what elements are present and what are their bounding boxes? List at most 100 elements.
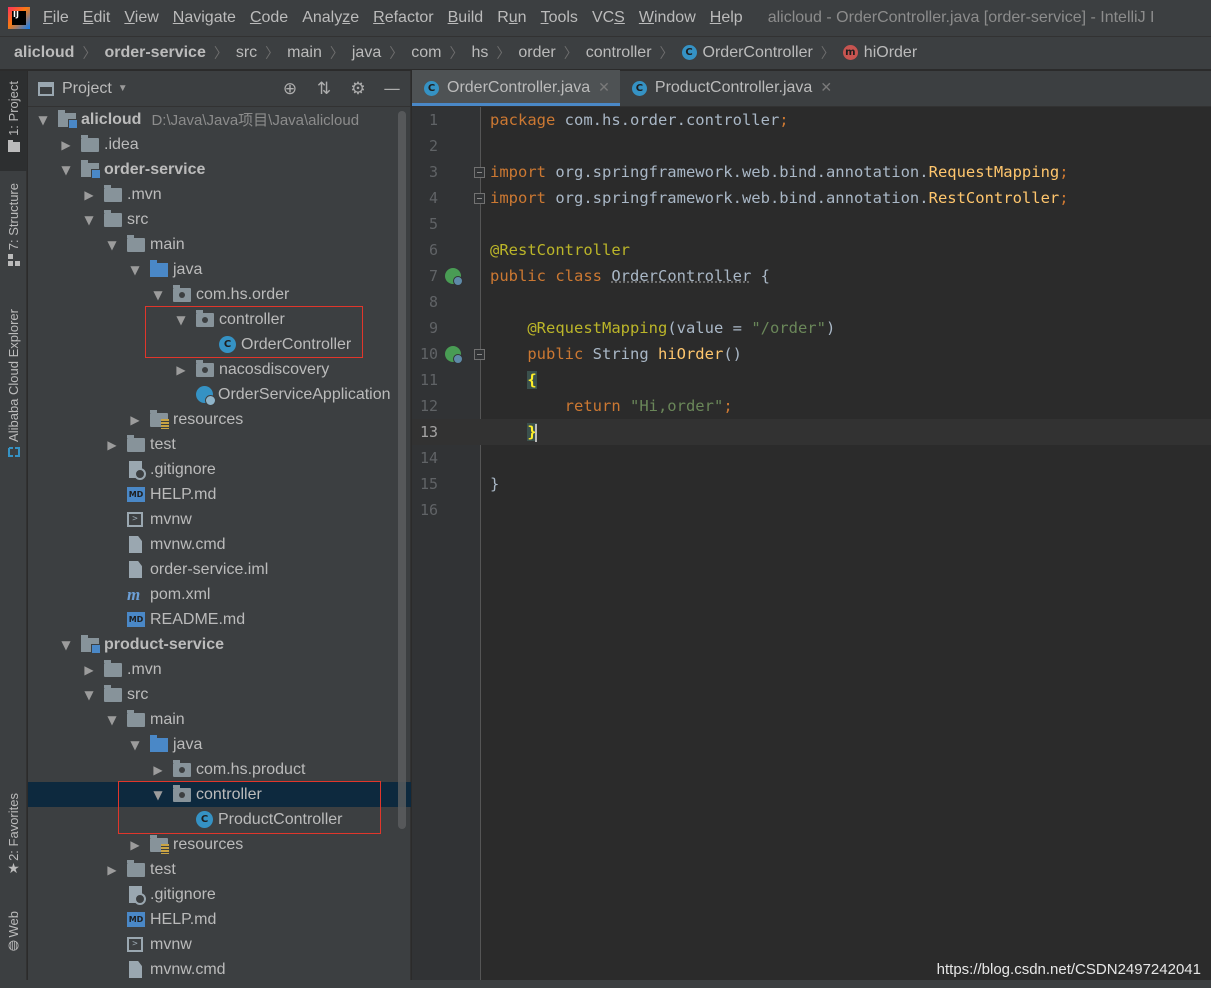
close-icon[interactable]: ✕: [820, 80, 832, 96]
tree-item[interactable]: ▶mvnw.cmd: [28, 532, 411, 557]
tab-ordercontroller-java[interactable]: C OrderController.java ✕: [412, 70, 620, 106]
hide-panel-icon[interactable]: —: [382, 79, 402, 99]
tree-item[interactable]: ▶OrderServiceApplication: [28, 382, 411, 407]
tree-item[interactable]: ▼ com.hs.order: [28, 282, 411, 307]
tree-item[interactable]: ▶>mvnw: [28, 932, 411, 957]
tree-item[interactable]: ▶MDHELP.md: [28, 907, 411, 932]
expanded-arrow-icon[interactable]: ▼: [82, 688, 96, 702]
breadcrumb-item[interactable]: controller: [586, 44, 652, 62]
tree-item[interactable]: ▼ controller: [28, 782, 411, 807]
close-icon[interactable]: ✕: [598, 80, 610, 96]
tree-item[interactable]: ▶>mvnw: [28, 507, 411, 532]
collapsed-arrow-icon[interactable]: ▶: [174, 363, 188, 377]
tree-item[interactable]: ▼ main: [28, 707, 411, 732]
expanded-arrow-icon[interactable]: ▼: [105, 238, 119, 252]
menu-item-help[interactable]: Help: [703, 0, 750, 36]
tree-item[interactable]: ▶ test: [28, 857, 411, 882]
menu-item-file[interactable]: File: [36, 0, 76, 36]
expanded-arrow-icon[interactable]: ▼: [36, 113, 50, 127]
collapsed-arrow-icon[interactable]: ▶: [82, 188, 96, 202]
tree-item[interactable]: ▶COrderController: [28, 332, 411, 357]
menu-item-code[interactable]: Code: [243, 0, 295, 36]
expanded-arrow-icon[interactable]: ▼: [128, 263, 142, 277]
menu-item-build[interactable]: Build: [441, 0, 491, 36]
tab-alibaba-cloud-explorer[interactable]: Alibaba Cloud Explorer: [0, 309, 27, 479]
tree-item[interactable]: ▶ resources: [28, 832, 411, 857]
expanded-arrow-icon[interactable]: ▼: [151, 288, 165, 302]
collapsed-arrow-icon[interactable]: ▶: [105, 438, 119, 452]
breadcrumb-item[interactable]: java: [352, 44, 381, 62]
tree-item[interactable]: ▼ order-service: [28, 157, 411, 182]
collapse-all-icon[interactable]: ⇅: [314, 79, 334, 99]
tree-item[interactable]: ▶MDHELP.md: [28, 482, 411, 507]
tree-item[interactable]: ▶order-service.iml: [28, 557, 411, 582]
project-view-selector[interactable]: Project: [62, 80, 112, 98]
tab-productcontroller-java[interactable]: C ProductController.java ✕: [620, 70, 842, 106]
tree-item[interactable]: ▶ .mvn: [28, 182, 411, 207]
tree-item[interactable]: ▶.gitignore: [28, 882, 411, 907]
menu-item-run[interactable]: Run: [490, 0, 533, 36]
tree-item[interactable]: ▼ controller: [28, 307, 411, 332]
tree-item[interactable]: ▶mpom.xml: [28, 582, 411, 607]
breadcrumb-item[interactable]: alicloud: [14, 44, 74, 62]
collapsed-arrow-icon[interactable]: ▶: [128, 838, 142, 852]
tree-item[interactable]: ▶ .idea: [28, 132, 411, 157]
chevron-down-icon[interactable]: ▼: [118, 83, 128, 94]
breadcrumb-method[interactable]: m hiOrder: [842, 44, 917, 62]
tree-item[interactable]: ▼ src: [28, 682, 411, 707]
expanded-arrow-icon[interactable]: ▼: [105, 713, 119, 727]
menu-item-refactor[interactable]: Refactor: [366, 0, 440, 36]
tab-structure-tool[interactable]: 7: Structure: [0, 183, 27, 288]
menu-item-navigate[interactable]: Navigate: [166, 0, 243, 36]
tab-web-tool[interactable]: Web ◍: [0, 911, 27, 971]
tree-item[interactable]: ▶ resources: [28, 407, 411, 432]
collapsed-arrow-icon[interactable]: ▶: [105, 863, 119, 877]
tree-item[interactable]: ▶ nacosdiscovery: [28, 357, 411, 382]
tree-scrollbar[interactable]: [398, 111, 406, 829]
menu-item-vcs[interactable]: VCS: [585, 0, 632, 36]
tab-favorites-tool[interactable]: 2: Favorites ★: [0, 793, 27, 898]
collapsed-arrow-icon[interactable]: ▶: [151, 763, 165, 777]
tab-project-tool[interactable]: 1: Project: [0, 71, 27, 171]
collapsed-arrow-icon[interactable]: ▶: [59, 138, 73, 152]
expanded-arrow-icon[interactable]: ▼: [59, 638, 73, 652]
expanded-arrow-icon[interactable]: ▼: [174, 313, 188, 327]
tree-item[interactable]: ▶ .mvn: [28, 657, 411, 682]
breadcrumb-item[interactable]: com: [411, 44, 441, 62]
file-icon: [129, 961, 142, 978]
tree-item[interactable]: ▶CProductController: [28, 807, 411, 832]
menu-item-view[interactable]: View: [117, 0, 165, 36]
collapsed-arrow-icon[interactable]: ▶: [82, 663, 96, 677]
tree-item[interactable]: ▶MDREADME.md: [28, 607, 411, 632]
code-line: 16: [412, 497, 1211, 523]
breadcrumb-item[interactable]: main: [287, 44, 322, 62]
breadcrumb-item[interactable]: src: [236, 44, 257, 62]
expanded-arrow-icon[interactable]: ▼: [82, 213, 96, 227]
collapsed-arrow-icon[interactable]: ▶: [128, 413, 142, 427]
expanded-arrow-icon[interactable]: ▼: [128, 738, 142, 752]
tree-item[interactable]: ▼ src: [28, 207, 411, 232]
menu-item-edit[interactable]: Edit: [76, 0, 118, 36]
class-icon: C: [424, 80, 439, 96]
tree-item[interactable]: ▶ com.hs.product: [28, 757, 411, 782]
tree-item[interactable]: ▶mvnw.cmd: [28, 957, 411, 982]
breadcrumb-item[interactable]: order-service: [104, 44, 205, 62]
tree-item[interactable]: ▼ java: [28, 732, 411, 757]
menu-item-tools[interactable]: Tools: [534, 0, 585, 36]
locate-file-icon[interactable]: ⊕: [280, 79, 300, 99]
breadcrumb-item[interactable]: hs: [471, 44, 488, 62]
tree-item[interactable]: ▶ test: [28, 432, 411, 457]
expanded-arrow-icon[interactable]: ▼: [151, 788, 165, 802]
expanded-arrow-icon[interactable]: ▼: [59, 163, 73, 177]
breadcrumb-class[interactable]: C OrderController: [681, 44, 813, 62]
gear-icon[interactable]: ⚙: [348, 79, 368, 99]
menu-item-analyze[interactable]: Analyze: [295, 0, 366, 36]
menu-item-window[interactable]: Window: [632, 0, 703, 36]
breadcrumb-item[interactable]: order: [518, 44, 555, 62]
code-area[interactable]: 1 package com.hs.order.controller; 2 3 impor…: [412, 107, 1211, 988]
tree-item[interactable]: ▼ main: [28, 232, 411, 257]
tree-item[interactable]: ▶.gitignore: [28, 457, 411, 482]
tree-item[interactable]: ▼ java: [28, 257, 411, 282]
tree-item[interactable]: ▼ alicloud D:\Java\Java项目\Java\alicloud: [28, 107, 411, 132]
tree-item[interactable]: ▼ product-service: [28, 632, 411, 657]
